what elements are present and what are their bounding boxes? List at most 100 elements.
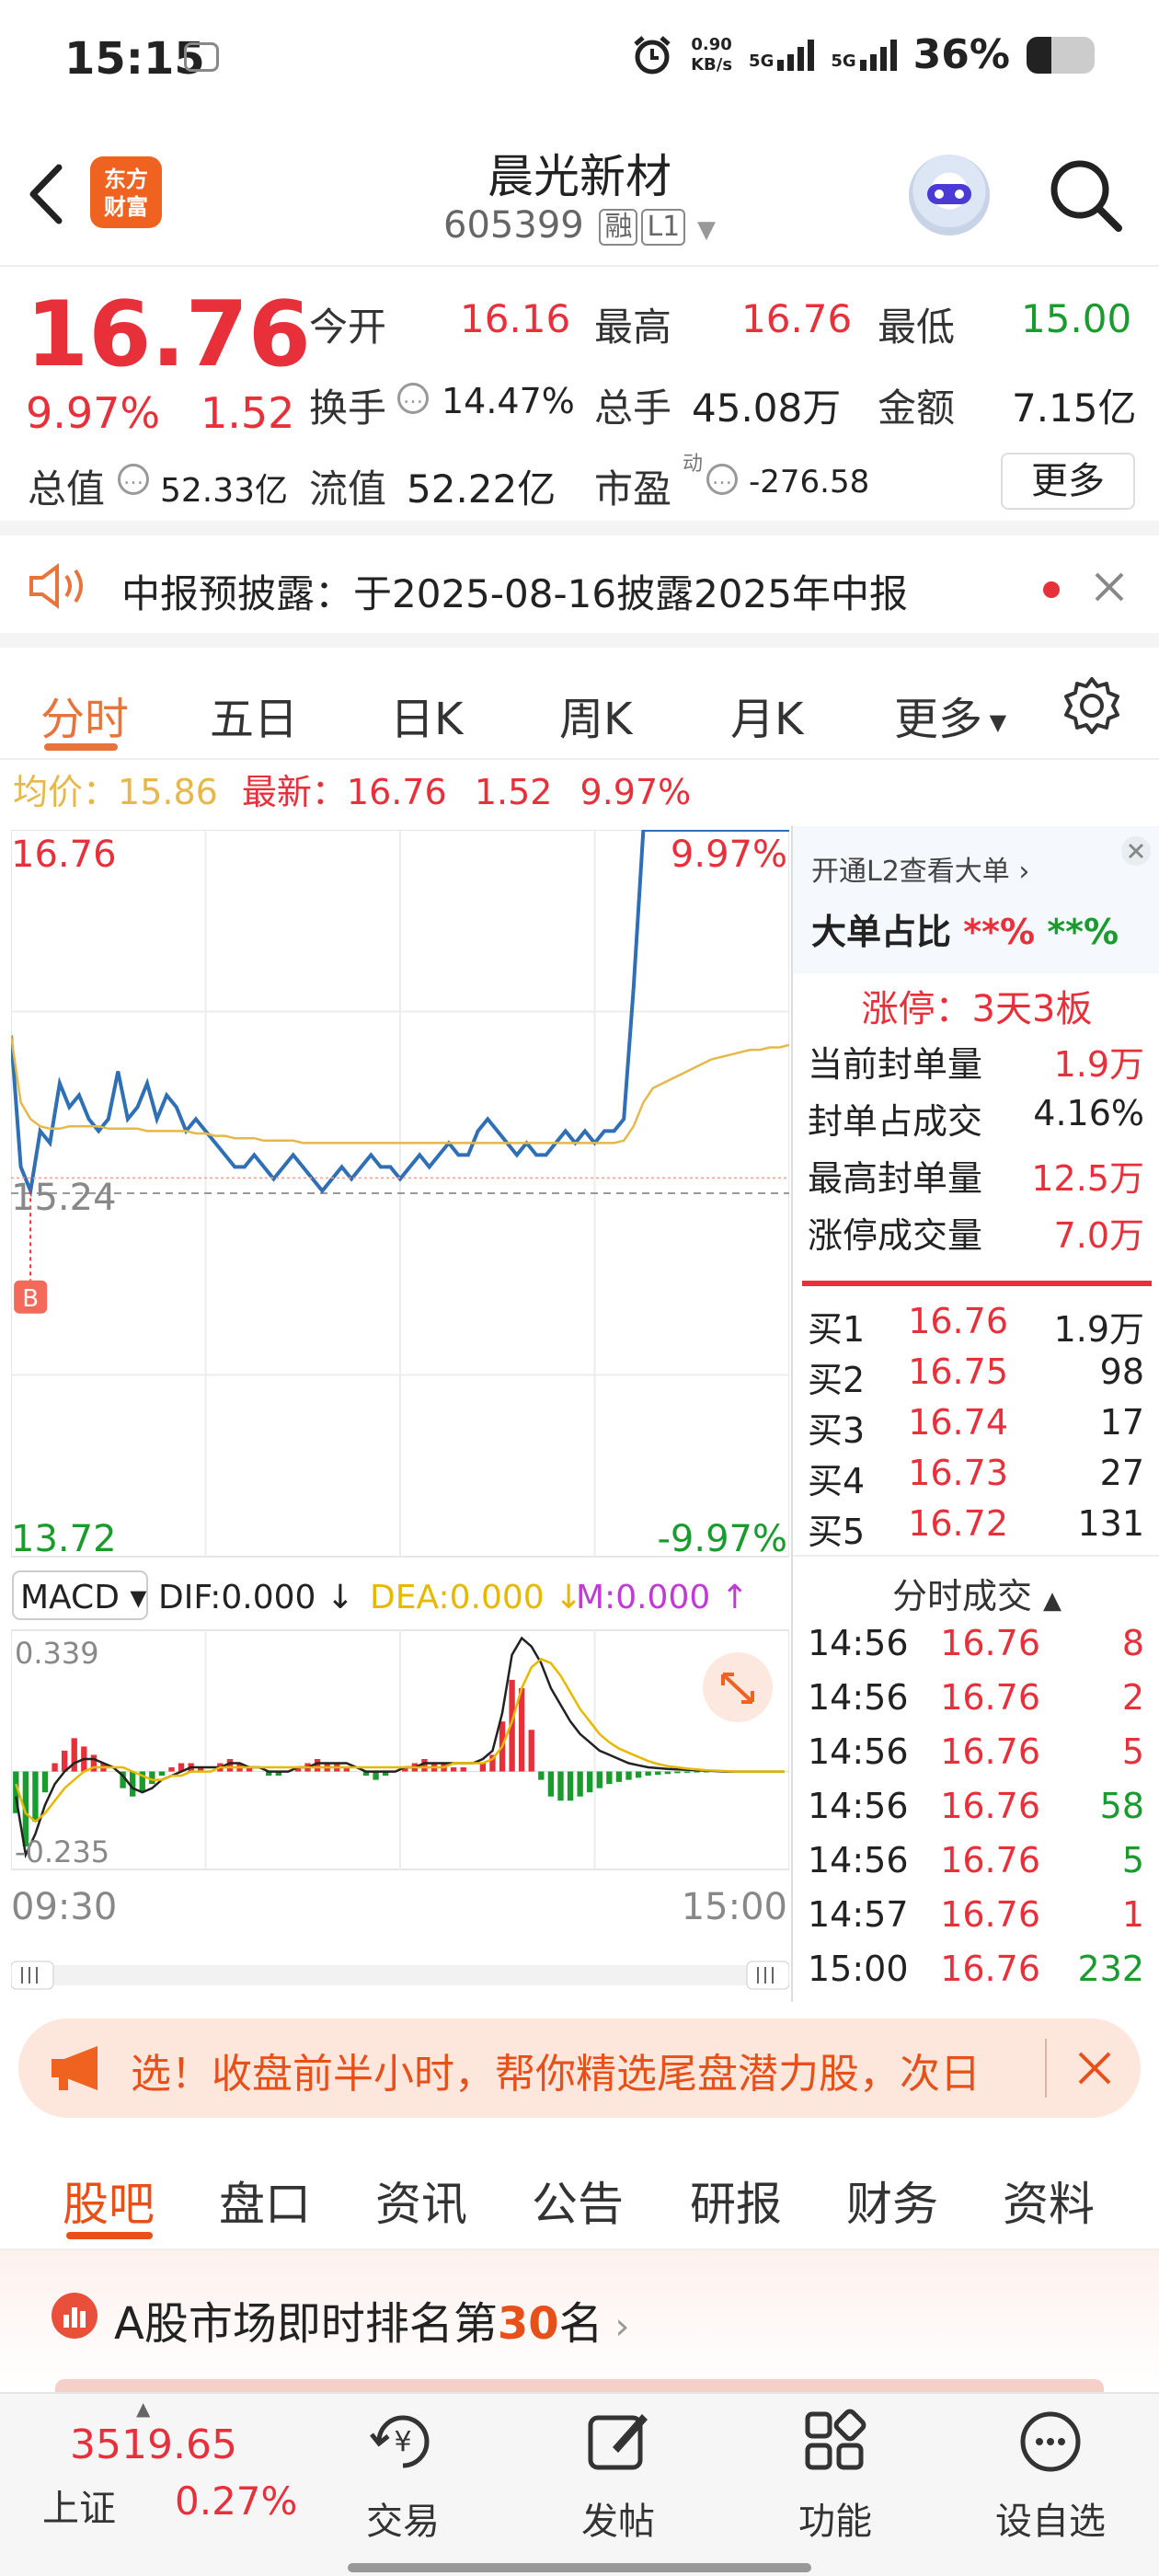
tick-volume: 8 [1121, 1623, 1144, 1663]
amount-value: 7.15亿 [1012, 385, 1137, 431]
l2-link[interactable]: 开通L2查看大单 › [811, 848, 1029, 889]
tab-news[interactable]: 资讯 [375, 2168, 467, 2234]
pe-label: 市盈 [594, 466, 672, 512]
price-summary: 均价：15.86 最新：16.76 1.52 9.97% [0, 764, 791, 821]
top-pct-label: 9.97% [671, 834, 787, 876]
tab-monthly-k[interactable]: 月K [730, 683, 803, 747]
market-rank-card[interactable]: A股市场即时排名第30名 › [0, 2250, 1159, 2398]
divider [802, 1281, 1152, 1286]
info-icon[interactable]: … [706, 464, 738, 495]
macd-bar [168, 1767, 175, 1772]
current-price: 16.76 [26, 282, 311, 387]
macd-bar [615, 1771, 623, 1782]
tab-intraday[interactable]: 分时 [40, 683, 129, 747]
grid-icon [805, 2409, 866, 2470]
latest-label: 最新： [241, 772, 347, 812]
more-button[interactable]: 更多 [1001, 453, 1135, 510]
bid-volume: 98 [1099, 1351, 1144, 1392]
stat-value: 12.5万 [1031, 1158, 1144, 1199]
latest-value: 16.76 [346, 772, 447, 812]
macd-bar [577, 1771, 583, 1797]
macd-bar [674, 1771, 681, 1774]
bid-price: 16.74 [908, 1402, 1008, 1443]
quote-panel: 16.76 9.97% 1.52 今开 16.16 最高 16.76 最低 15… [0, 269, 1159, 535]
index-ticker[interactable]: ▲ 3519.65 上证 0.27% [0, 2394, 313, 2576]
bid-volume: 131 [1077, 1503, 1144, 1544]
megaphone-icon [52, 2046, 98, 2090]
tab-more[interactable]: 更多 ▼ [894, 683, 1006, 747]
limit-stat-row: 封单占成交 4.16% [808, 1093, 1144, 1144]
bid-label: 买3 [808, 1410, 866, 1451]
tick-row: 14:57 16.76 1 [808, 1894, 1144, 1935]
tab-daily-k[interactable]: 日K [390, 683, 463, 747]
info-icon[interactable]: … [397, 383, 429, 414]
macd-dif: DIF:0.000 ↓ [158, 1579, 354, 1616]
promo-text: 选！收盘前半小时，帮你精选尾盘潜力股，次日 [131, 2051, 981, 2098]
turnover-label: 换手 [309, 385, 387, 431]
tab-pankou[interactable]: 盘口 [219, 2168, 311, 2234]
tick-volume: 5 [1121, 1840, 1144, 1880]
more-circle-icon [1020, 2411, 1081, 2472]
close-icon[interactable] [1093, 570, 1126, 604]
trade-icon: ¥ [370, 2415, 430, 2468]
avg-label: 均价： [13, 772, 119, 812]
tick-price: 16.76 [940, 1731, 1040, 1772]
macd-bar [655, 1771, 661, 1776]
settings-gear-icon[interactable] [1061, 675, 1122, 736]
bid-label: 买4 [808, 1461, 866, 1501]
bottom-nav: ▲ 3519.65 上证 0.27% ¥ 交易 发帖 功能 设自选 [0, 2392, 1159, 2576]
bid-volume: 1.9万 [1053, 1309, 1144, 1350]
search-icon[interactable] [1047, 156, 1124, 234]
macd-bar [587, 1771, 593, 1793]
macd-bar [664, 1771, 671, 1775]
info-icon[interactable]: … [118, 464, 149, 495]
macd-bar [567, 1771, 574, 1801]
macd-bar [683, 1771, 691, 1773]
robot-assistant-icon[interactable] [909, 155, 990, 236]
scroll-handle-left [11, 1961, 54, 1990]
bid-price: 16.73 [908, 1453, 1008, 1493]
close-icon[interactable] [1120, 835, 1152, 867]
nav-functions[interactable]: 功能 [743, 2394, 927, 2545]
change-amount: 1.52 [201, 388, 295, 438]
nav-trade[interactable]: ¥ 交易 [311, 2394, 495, 2545]
alarm-icon [634, 35, 671, 74]
top-price-label: 16.76 [11, 834, 117, 876]
tab-weekly-k[interactable]: 周K [559, 683, 632, 747]
tick-volume: 232 [1077, 1949, 1144, 1989]
bid-price: 16.76 [908, 1301, 1008, 1341]
change-percent: 9.97% [26, 388, 161, 438]
close-icon[interactable] [1076, 2050, 1113, 2087]
tick-time: 14:56 [808, 1677, 909, 1718]
tab-5day[interactable]: 五日 [210, 683, 298, 747]
macd-bar [460, 1767, 466, 1772]
turnover-value: 14.47% [442, 381, 575, 421]
high-label: 最高 [594, 305, 672, 350]
tab-finance[interactable]: 财务 [846, 2168, 938, 2234]
open-label: 今开 [309, 305, 387, 350]
tab-announcements[interactable]: 公告 [532, 2168, 624, 2234]
nav-post[interactable]: 发帖 [526, 2394, 710, 2545]
stat-label: 涨停成交量 [808, 1215, 983, 1256]
macd-bar [479, 1763, 487, 1772]
tab-guba[interactable]: 股吧 [63, 2168, 155, 2234]
macd-bar [32, 1771, 39, 1822]
macd-dea: DEA:0.000 ↓ [370, 1579, 582, 1616]
ticks-title[interactable]: 分时成交 ▲ [793, 1568, 1159, 1618]
edit-icon [588, 2414, 648, 2470]
nav-add-watchlist[interactable]: 设自选 [958, 2394, 1142, 2545]
tick-row: 14:56 16.76 58 [808, 1786, 1144, 1826]
promo-marquee[interactable]: 选！收盘前半小时，帮你精选尾盘潜力股，次日 [18, 2018, 1141, 2118]
level-tag: L1 [641, 209, 686, 246]
signal-1-icon: 5G [749, 39, 815, 71]
tick-time: 14:57 [808, 1894, 909, 1935]
intraday-chart[interactable]: B 16.76 9.97% 15.24 13.72 -9.97% MACD ▾ DIF:0.0… [11, 830, 789, 2007]
stat-value: 1.9万 [1053, 1044, 1144, 1085]
notice-bar[interactable]: 中报预披露：于2025-08-16披露2025年中报 [0, 535, 1159, 648]
summary-change: 1.52 [474, 772, 553, 812]
notification-icon [184, 42, 219, 72]
rank-chart-icon [52, 2293, 98, 2339]
tab-profile[interactable]: 资料 [1003, 2168, 1095, 2234]
tab-research[interactable]: 研报 [690, 2168, 782, 2234]
tick-price: 16.76 [940, 1894, 1040, 1935]
